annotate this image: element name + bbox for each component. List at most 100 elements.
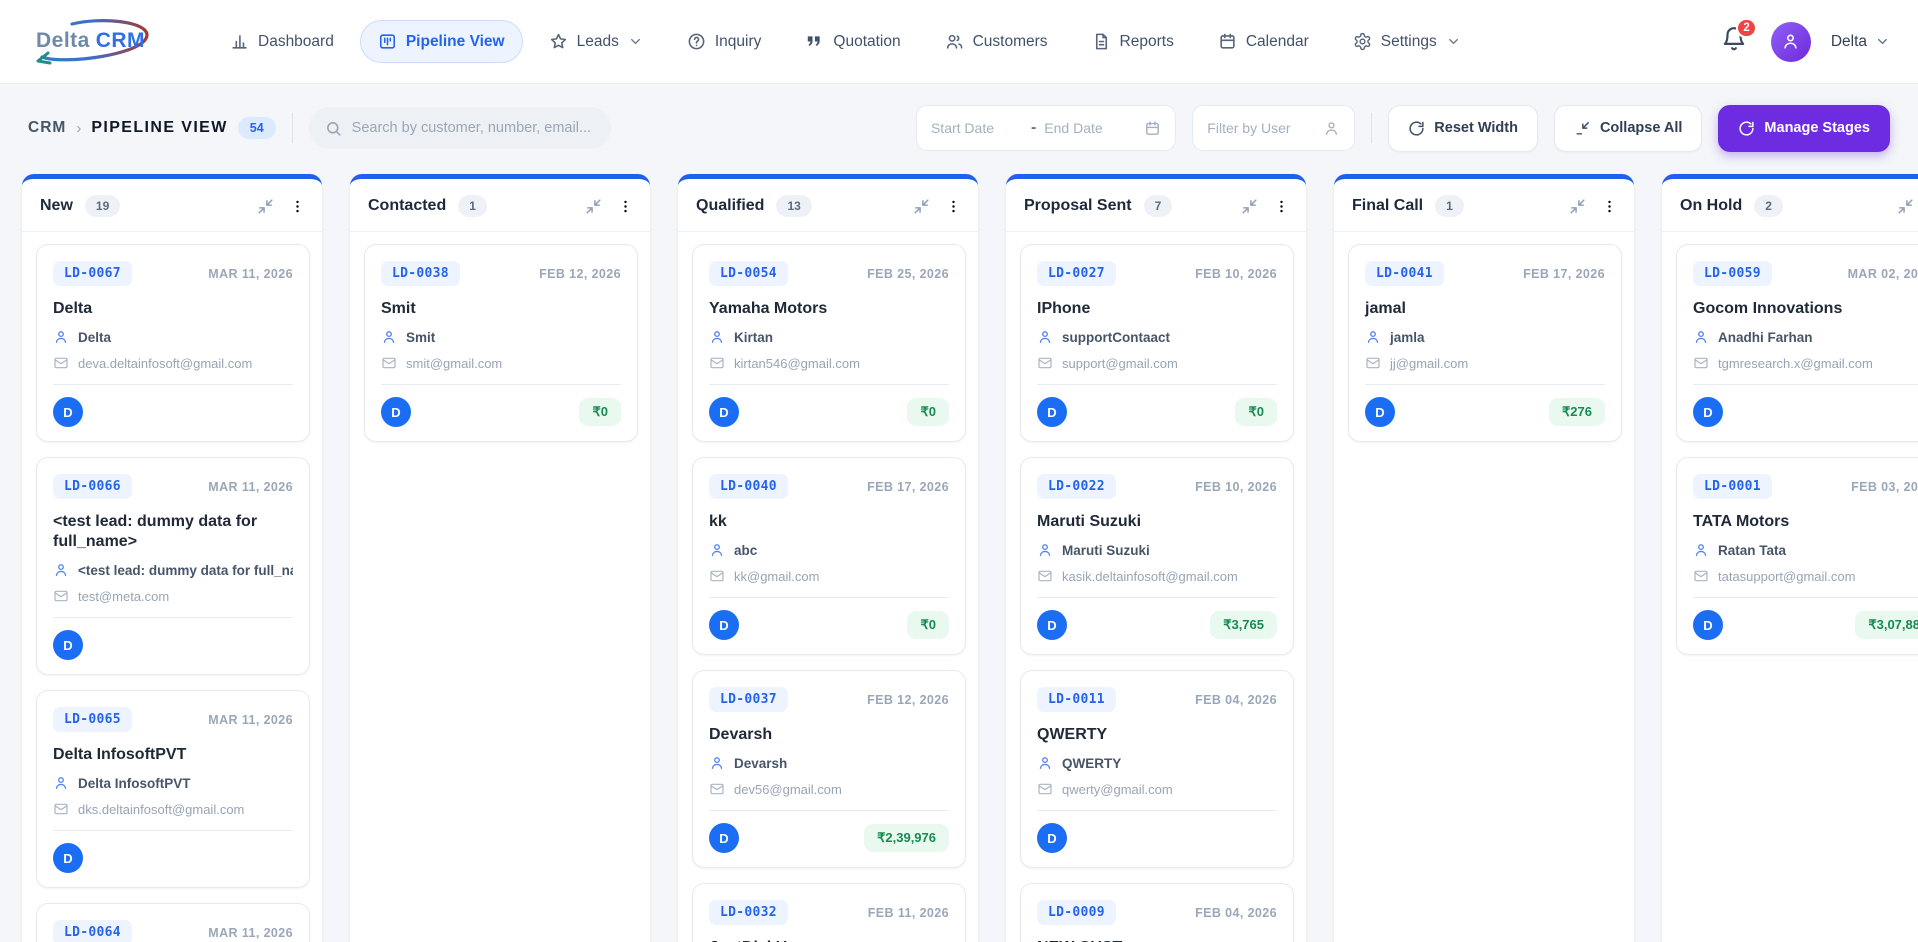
lead-card[interactable]: LD-0054 FEB 25, 2026 Yamaha Motors Kirta… (692, 244, 966, 442)
assignee-avatar[interactable]: D (53, 843, 83, 873)
lead-card[interactable]: LD-0038 FEB 12, 2026 Smit Smit smit@gmai… (364, 244, 638, 442)
lead-email: support@gmail.com (1062, 355, 1178, 371)
assignee-avatar[interactable]: D (381, 397, 411, 427)
column-menu-icon[interactable] (617, 198, 634, 215)
lead-date: FEB 04, 2026 (1195, 692, 1277, 707)
stage-card-list[interactable]: LD-0067 MAR 11, 2026 Delta Delta deva.de… (22, 232, 322, 942)
chevron-down-icon (628, 34, 643, 49)
nav-item-leads[interactable]: Leads (531, 20, 661, 63)
lead-card[interactable]: LD-0065 MAR 11, 2026 Delta InfosoftPVT D… (36, 690, 310, 888)
lead-email: kirtan546@gmail.com (734, 355, 860, 371)
card-divider (53, 830, 293, 831)
nav-item-quotation[interactable]: Quotation (787, 20, 918, 63)
column-menu-icon[interactable] (945, 198, 962, 215)
card-divider (1365, 384, 1605, 385)
stage-column-header: New 19 (22, 179, 322, 232)
nav-item-icon (378, 32, 397, 51)
amount-badge: ₹3,765 (1210, 611, 1277, 639)
search-input[interactable] (351, 120, 595, 136)
user-menu[interactable]: Delta (1831, 33, 1890, 51)
nav-item-settings[interactable]: Settings (1335, 20, 1479, 63)
stage-column-header: Qualified 13 (678, 179, 978, 232)
lead-card[interactable]: LD-0066 MAR 11, 2026 <test lead: dummy d… (36, 457, 310, 675)
total-leads-badge: 54 (237, 117, 276, 139)
lead-card[interactable]: LD-0041 FEB 17, 2026 jamal jamla jj@gmai… (1348, 244, 1622, 442)
column-menu-icon[interactable] (1601, 198, 1618, 215)
user-avatar[interactable] (1770, 21, 1811, 62)
lead-date: FEB 10, 2026 (1195, 266, 1277, 281)
assignee-avatar[interactable]: D (709, 397, 739, 427)
reset-width-button[interactable]: Reset Width (1388, 104, 1538, 152)
end-date-input[interactable] (1044, 120, 1137, 136)
lead-card[interactable]: LD-0064 MAR 11, 2026 (36, 903, 310, 942)
brand-logo[interactable]: Delta CRM (28, 11, 156, 73)
assignee-avatar[interactable]: D (1037, 823, 1067, 853)
column-collapse-icon[interactable] (913, 198, 930, 215)
lead-card[interactable]: LD-0037 FEB 12, 2026 Devarsh Devarsh dev… (692, 670, 966, 868)
column-collapse-icon[interactable] (257, 198, 274, 215)
assignee-avatar[interactable]: D (709, 823, 739, 853)
lead-card[interactable]: LD-0009 FEB 04, 2026 NEW CUST (1020, 883, 1294, 942)
filter-user-input[interactable] (1207, 120, 1316, 136)
amount-badge: ₹3,07,88 (1855, 611, 1918, 639)
amount-badge: ₹0 (907, 611, 949, 639)
nav-item-reports[interactable]: Reports (1074, 20, 1192, 63)
stage-card-list[interactable]: LD-0027 FEB 10, 2026 IPhone supportConta… (1006, 232, 1306, 942)
chevron-down-icon (1875, 34, 1890, 49)
assignee-avatar[interactable]: D (709, 610, 739, 640)
nav-item-pipeline-view[interactable]: Pipeline View (359, 20, 523, 63)
lead-card[interactable]: LD-0032 FEB 11, 2026 JustDial User (692, 883, 966, 942)
collapse-all-button[interactable]: Collapse All (1553, 104, 1703, 152)
nav-item-label: Settings (1380, 32, 1437, 50)
stage-count-badge: 7 (1143, 195, 1173, 217)
date-range-separator: - (1030, 119, 1037, 136)
assignee-avatar[interactable]: D (1037, 610, 1067, 640)
lead-card[interactable]: LD-0027 FEB 10, 2026 IPhone supportConta… (1020, 244, 1294, 442)
lead-card[interactable]: LD-0022 FEB 10, 2026 Maruti Suzuki Marut… (1020, 457, 1294, 655)
stage-card-list[interactable]: LD-0059 MAR 02, 2026 Gocom Innovations A… (1662, 232, 1918, 942)
assignee-avatar[interactable]: D (53, 630, 83, 660)
nav-item-inquiry[interactable]: Inquiry (669, 20, 780, 63)
stage-card-list[interactable]: LD-0038 FEB 12, 2026 Smit Smit smit@gmai… (350, 232, 650, 942)
lead-card[interactable]: LD-0011 FEB 04, 2026 QWERTY QWERTY qwert… (1020, 670, 1294, 868)
lead-id-badge: LD-0041 (1365, 261, 1444, 286)
lead-contact-name: jamla (1390, 329, 1425, 345)
stage-column-new: New 19 LD-0067 MAR 11, 2026 Delta Delta … (22, 174, 322, 942)
assignee-avatar[interactable]: D (1037, 397, 1067, 427)
person-icon (1693, 329, 1709, 345)
lead-card[interactable]: LD-0001 FEB 03, 2026 TATA Motors Ratan T… (1676, 457, 1918, 655)
breadcrumb-crm[interactable]: CRM (28, 119, 66, 137)
column-collapse-icon[interactable] (1241, 198, 1258, 215)
lead-date: FEB 10, 2026 (1195, 479, 1277, 494)
lead-contact-name: supportContaact (1062, 329, 1170, 345)
lead-title: Maruti Suzuki (1037, 513, 1142, 530)
stage-count-badge: 13 (776, 195, 812, 217)
lead-title: kk (709, 513, 727, 530)
notifications-button[interactable]: 2 (1717, 18, 1757, 61)
lead-date: FEB 17, 2026 (867, 479, 949, 494)
lead-email-row: tatasupport@gmail.com (1693, 568, 1918, 584)
stage-card-list[interactable]: LD-0054 FEB 25, 2026 Yamaha Motors Kirta… (678, 232, 978, 942)
lead-contact-name: Kirtan (734, 329, 774, 345)
column-collapse-icon[interactable] (1569, 198, 1586, 215)
lead-card[interactable]: LD-0067 MAR 11, 2026 Delta Delta deva.de… (36, 244, 310, 442)
nav-item-dashboard[interactable]: Dashboard (212, 20, 352, 63)
column-collapse-icon[interactable] (585, 198, 602, 215)
mail-icon (709, 781, 725, 797)
manage-stages-button[interactable]: Manage Stages (1718, 104, 1890, 152)
lead-title: Gocom Innovations (1693, 300, 1843, 317)
assignee-avatar[interactable]: D (1693, 397, 1723, 427)
start-date-input[interactable] (930, 120, 1023, 136)
lead-card[interactable]: LD-0059 MAR 02, 2026 Gocom Innovations A… (1676, 244, 1918, 442)
column-menu-icon[interactable] (289, 198, 306, 215)
assignee-avatar[interactable]: D (1365, 397, 1395, 427)
nav-item-calendar[interactable]: Calendar (1200, 20, 1327, 63)
assignee-avatar[interactable]: D (53, 397, 83, 427)
stage-card-list[interactable]: LD-0041 FEB 17, 2026 jamal jamla jj@gmai… (1334, 232, 1634, 942)
lead-id-badge: LD-0065 (53, 707, 132, 732)
lead-card[interactable]: LD-0040 FEB 17, 2026 kk abc kk@gmail.com… (692, 457, 966, 655)
column-menu-icon[interactable] (1273, 198, 1290, 215)
assignee-avatar[interactable]: D (1693, 610, 1723, 640)
column-collapse-icon[interactable] (1897, 198, 1914, 215)
nav-item-customers[interactable]: Customers (927, 20, 1066, 63)
